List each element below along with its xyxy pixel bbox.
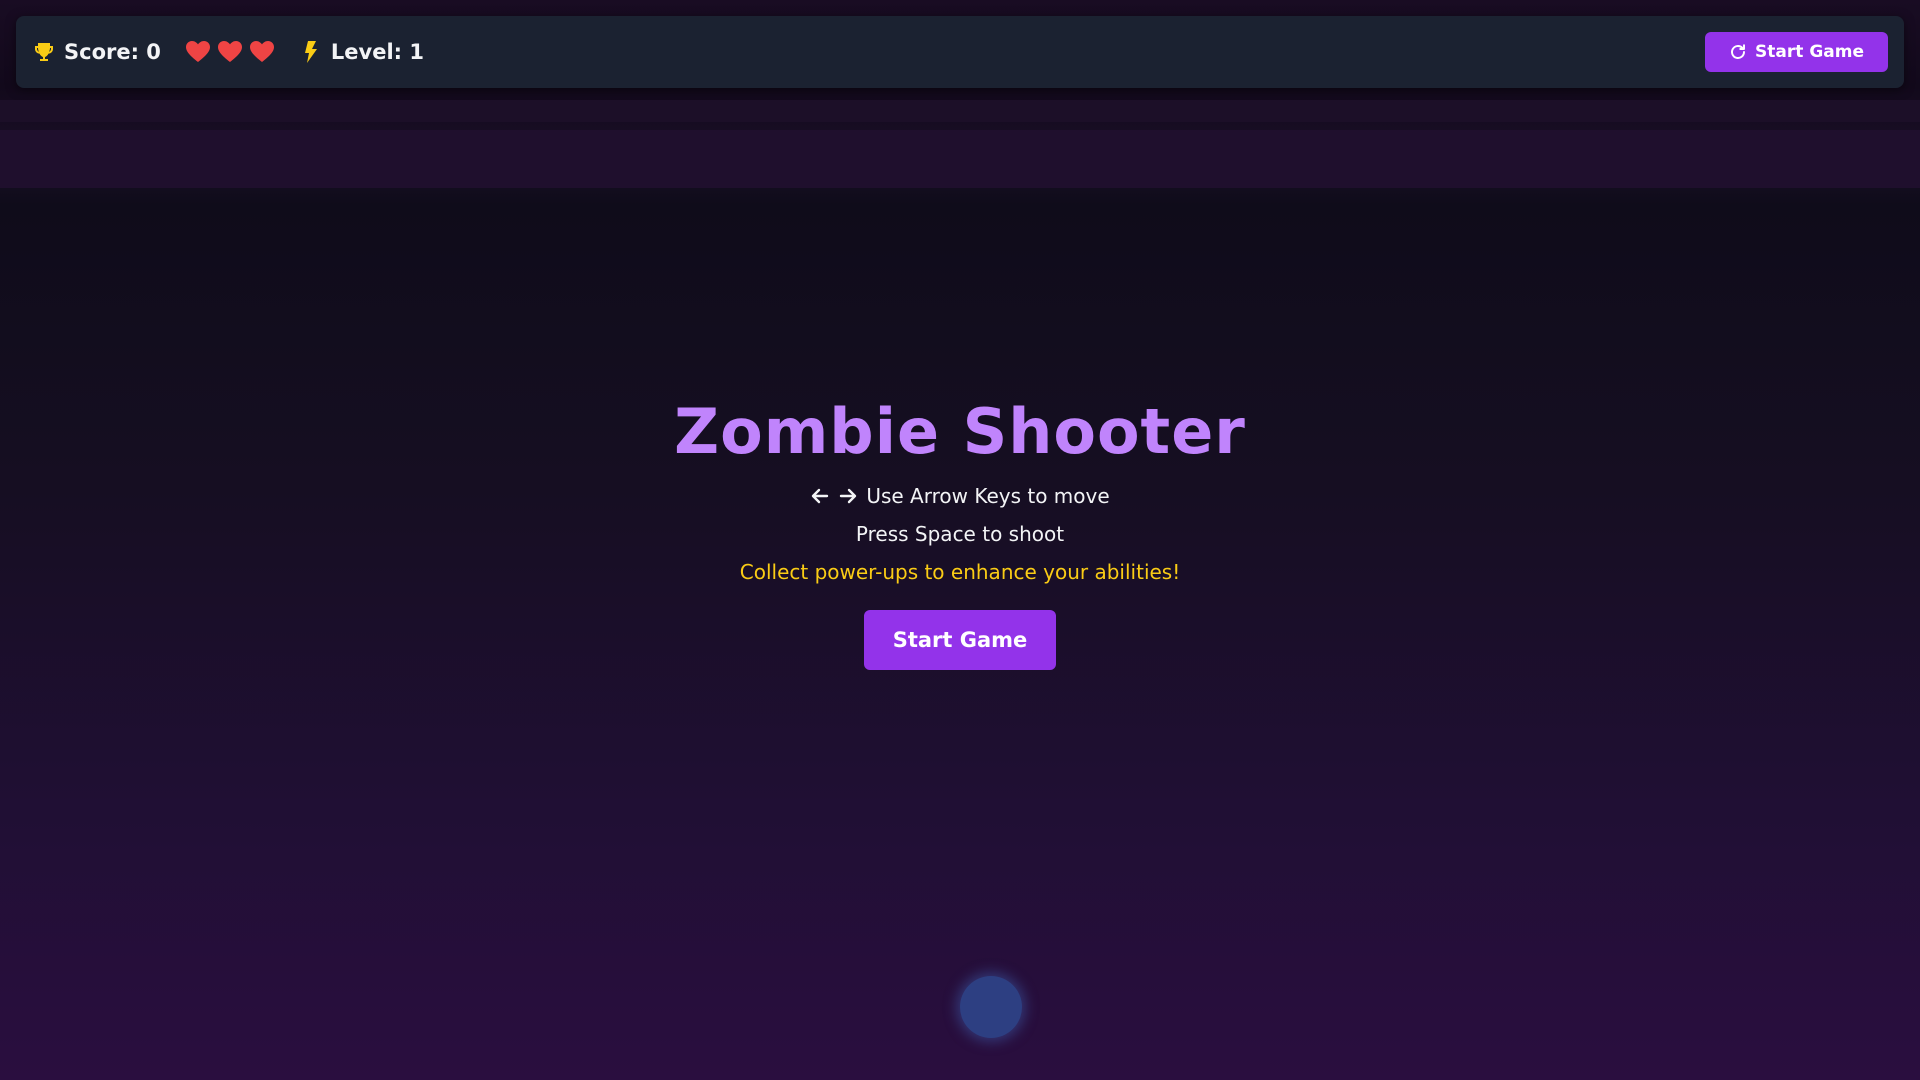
shoot-instruction: Press Space to shoot bbox=[855, 522, 1065, 546]
decor-band-lower bbox=[0, 130, 1920, 188]
move-instruction-text: Use Arrow Keys to move bbox=[866, 484, 1110, 508]
heart-icon bbox=[185, 40, 211, 64]
lives-display bbox=[185, 40, 275, 64]
rotate-cw-icon bbox=[1729, 43, 1747, 61]
powerup-hint: Collect power-ups to enhance your abilit… bbox=[739, 560, 1181, 584]
level-group: Level: 1 bbox=[299, 40, 424, 64]
hud-bar: Score: 0 Level: 1 Start Game bbox=[16, 16, 1904, 88]
restart-button-label: Start Game bbox=[1755, 42, 1864, 62]
decor-band-top bbox=[0, 100, 1920, 122]
game-title: Zombie Shooter bbox=[674, 395, 1246, 468]
arrow-left-icon bbox=[810, 486, 830, 506]
start-game-button[interactable]: Start Game bbox=[864, 610, 1056, 670]
restart-game-button[interactable]: Start Game bbox=[1705, 32, 1888, 72]
heart-icon bbox=[217, 40, 243, 64]
start-overlay: Zombie Shooter Use Arrow Keys to move Pr… bbox=[0, 395, 1920, 670]
arrow-right-icon bbox=[838, 486, 858, 506]
heart-icon bbox=[249, 40, 275, 64]
score-group: Score: 0 bbox=[32, 40, 161, 64]
trophy-icon bbox=[32, 40, 56, 64]
move-instruction: Use Arrow Keys to move bbox=[810, 484, 1110, 508]
score-display: Score: 0 bbox=[64, 40, 161, 64]
level-display: Level: 1 bbox=[330, 40, 424, 64]
player-character bbox=[960, 976, 1022, 1038]
lightning-bolt-icon bbox=[299, 40, 323, 64]
